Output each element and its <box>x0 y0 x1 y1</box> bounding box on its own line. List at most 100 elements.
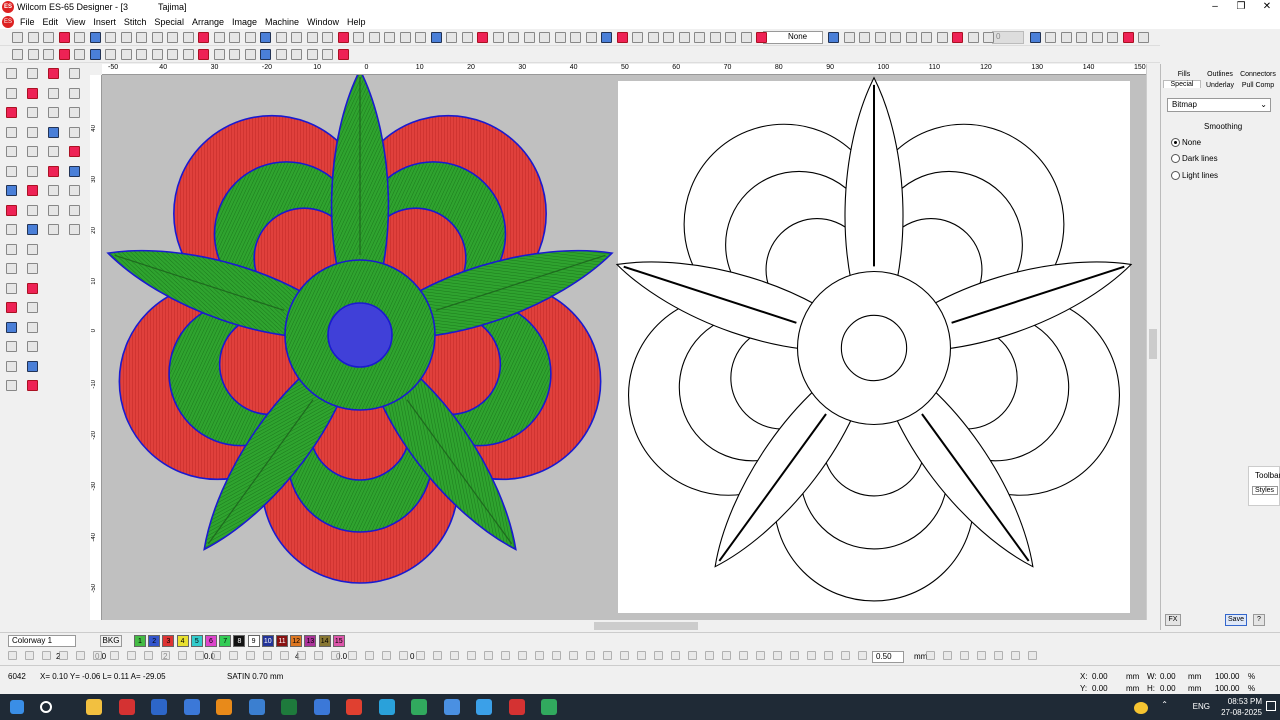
main-tool-icon[interactable] <box>369 32 380 43</box>
notification-icon[interactable] <box>1266 701 1276 711</box>
save-button[interactable]: Save <box>1225 614 1247 626</box>
color-swatch[interactable]: 2 <box>148 635 161 647</box>
property-tool-icon[interactable] <box>246 651 255 660</box>
digitize-tool-icon[interactable] <box>48 224 59 235</box>
main-tool-icon[interactable] <box>617 32 628 43</box>
digitize-tool-icon[interactable] <box>6 321 17 333</box>
stitch-count-field[interactable]: 0 <box>992 31 1024 44</box>
main-tool-icon[interactable] <box>12 32 23 43</box>
taskbar-app-icon[interactable] <box>378 699 395 715</box>
main-tool-icon[interactable] <box>400 32 411 43</box>
digitize-tool-icon[interactable] <box>6 68 17 79</box>
digitize-tool-icon[interactable] <box>69 107 80 118</box>
digitize-tool-icon[interactable] <box>27 243 38 255</box>
floating-toolbar-popup[interactable]: Toolbar Styles <box>1248 466 1280 506</box>
digitize-tool-icon[interactable] <box>27 360 38 372</box>
taskbar-app-icon[interactable] <box>248 699 265 715</box>
main-tool-icon[interactable] <box>555 32 566 43</box>
vertical-scrollbar[interactable] <box>1146 64 1158 620</box>
property-tool-icon[interactable] <box>195 651 204 660</box>
stitch-tool-icon[interactable] <box>307 49 318 60</box>
main-tool-icon[interactable] <box>477 32 488 43</box>
digitize-tool-icon[interactable] <box>69 68 80 79</box>
menu-help[interactable]: Help <box>343 17 370 27</box>
property-tool-icon[interactable] <box>756 651 765 660</box>
property-tool-icon[interactable] <box>841 651 850 660</box>
taskbar-app-icon[interactable] <box>411 699 427 715</box>
property-tool-icon[interactable] <box>773 651 782 660</box>
property-tool-icon[interactable] <box>416 651 425 660</box>
stitch-tool-icon[interactable] <box>43 49 54 60</box>
main-tool-icon[interactable] <box>906 32 917 43</box>
colorway-select[interactable]: Colorway 1 <box>8 635 76 647</box>
main-tool-icon[interactable] <box>679 32 690 43</box>
color-swatch[interactable]: 7 <box>219 635 232 647</box>
main-tool-icon[interactable] <box>229 32 240 43</box>
main-tool-icon[interactable] <box>586 32 597 43</box>
main-tool-icon[interactable] <box>524 32 535 43</box>
digitize-tool-icon[interactable] <box>27 302 38 313</box>
property-tool-icon[interactable] <box>178 651 187 660</box>
main-tool-icon[interactable] <box>167 32 178 43</box>
digitize-tool-icon[interactable] <box>6 204 17 216</box>
property-tool-icon[interactable] <box>637 651 646 660</box>
digitize-tool-icon[interactable] <box>6 165 17 177</box>
stitch-tool-icon[interactable] <box>167 49 178 60</box>
stitch-tool-icon[interactable] <box>121 49 132 60</box>
density-field[interactable]: 0.50 <box>872 651 904 663</box>
stitch-tool-icon[interactable] <box>214 49 225 60</box>
digitize-tool-icon[interactable] <box>69 185 80 196</box>
digitize-tool-icon[interactable] <box>27 146 38 157</box>
main-tool-icon[interactable] <box>968 32 979 43</box>
digitize-tool-icon[interactable] <box>6 146 17 157</box>
taskbar-app-icon[interactable] <box>443 699 460 715</box>
taskbar-app-icon[interactable] <box>541 699 557 715</box>
property-tool-icon[interactable] <box>42 651 51 660</box>
tab-pull-comp[interactable]: Pull Comp <box>1239 82 1277 89</box>
digitize-tool-icon[interactable] <box>6 302 17 313</box>
property-tool-icon[interactable] <box>382 651 391 660</box>
property-tool-icon[interactable] <box>943 651 952 660</box>
property-tool-icon[interactable] <box>212 651 221 660</box>
main-tool-icon[interactable] <box>844 32 855 43</box>
main-tool-icon[interactable] <box>462 32 473 43</box>
property-tool-icon[interactable] <box>365 651 374 660</box>
property-tool-icon[interactable] <box>739 651 748 660</box>
menu-special[interactable]: Special <box>150 17 188 27</box>
digitize-tool-icon[interactable] <box>6 107 17 118</box>
taskbar-app-icon[interactable] <box>476 699 492 715</box>
radio-light-lines[interactable] <box>1171 171 1180 180</box>
digitize-tool-icon[interactable] <box>48 165 59 177</box>
digitize-tool-icon[interactable] <box>27 185 38 196</box>
stitch-tool-icon[interactable] <box>59 49 70 60</box>
property-tool-icon[interactable] <box>93 651 102 660</box>
main-tool-icon[interactable] <box>214 32 225 43</box>
property-tool-icon[interactable] <box>586 651 595 660</box>
windows-start-icon[interactable] <box>10 700 24 714</box>
tab-outlines[interactable]: Outlines <box>1201 71 1239 78</box>
property-tool-icon[interactable] <box>688 651 697 660</box>
property-tool-icon[interactable] <box>76 651 85 660</box>
stitch-tool-icon[interactable] <box>245 49 256 60</box>
property-tool-icon[interactable] <box>1011 651 1020 660</box>
property-tool-icon[interactable] <box>8 651 17 660</box>
main-tool-icon[interactable] <box>446 32 457 43</box>
taskbar-app-icon[interactable] <box>86 699 102 715</box>
stitch-tool-icon[interactable] <box>90 49 101 60</box>
main-tool-icon[interactable] <box>741 32 752 43</box>
digitize-tool-icon[interactable] <box>6 360 17 372</box>
main-tool-icon[interactable] <box>431 32 442 43</box>
menu-image[interactable]: Image <box>228 17 261 27</box>
main-tool-icon[interactable] <box>245 32 256 43</box>
main-tool-icon[interactable] <box>152 32 163 43</box>
main-tool-icon[interactable] <box>121 32 132 43</box>
property-tool-icon[interactable] <box>297 651 306 660</box>
menu-insert[interactable]: Insert <box>89 17 120 27</box>
special-type-dropdown[interactable]: Bitmap ⌄ <box>1167 98 1271 112</box>
main-tool-icon[interactable] <box>183 32 194 43</box>
menu-window[interactable]: Window <box>303 17 343 27</box>
main-tool-icon[interactable] <box>570 32 581 43</box>
stitch-tool-icon[interactable] <box>260 49 271 60</box>
stitch-tool-icon[interactable] <box>152 49 163 60</box>
main-tool-icon[interactable] <box>601 32 612 43</box>
